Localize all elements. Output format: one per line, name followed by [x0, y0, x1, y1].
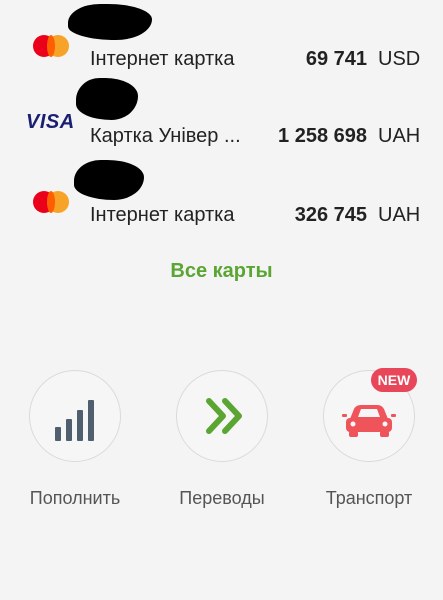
card-amount: 1 258 698: [278, 125, 367, 147]
all-cards-link[interactable]: Все карты: [0, 260, 443, 283]
transfers-button[interactable]: Переводы: [176, 370, 268, 520]
mastercard-logo-icon: [33, 35, 69, 57]
double-chevron-right-icon: [206, 398, 242, 434]
card-amount: 69 741: [305, 48, 367, 70]
mastercard-logo-icon: [33, 191, 69, 213]
redacted-card-number: [74, 160, 144, 200]
card-row-2[interactable]: VISA Картка Універ ... 1 258 698 UAH: [0, 78, 443, 154]
transfers-circle[interactable]: [176, 370, 268, 462]
signal-bars-icon: [55, 399, 99, 441]
top-up-label: Пополнить: [29, 488, 121, 508]
redacted-card-number: [68, 4, 152, 40]
top-up-circle[interactable]: [29, 370, 121, 462]
card-name: Інтернет картка: [90, 48, 235, 70]
top-up-button[interactable]: Пополнить: [29, 370, 121, 520]
card-amount: 326 745: [294, 204, 367, 226]
transport-label: Транспорт: [325, 488, 413, 508]
transfers-label: Переводы: [179, 488, 265, 508]
card-row-3[interactable]: Інтернет картка 326 745 UAH: [0, 158, 443, 234]
card-row-1[interactable]: Інтернет картка 69 741 USD: [0, 2, 443, 78]
card-name: Інтернет картка: [90, 204, 235, 226]
card-currency: UAH: [378, 204, 421, 226]
card-name: Картка Універ ...: [90, 125, 241, 147]
redacted-card-number: [76, 78, 138, 120]
new-badge: NEW: [371, 368, 417, 392]
transport-button[interactable]: NEW Транспорт: [323, 368, 417, 520]
card-currency: USD: [378, 48, 421, 70]
card-currency: UAH: [378, 125, 421, 147]
visa-logo-icon: VISA: [26, 111, 75, 133]
